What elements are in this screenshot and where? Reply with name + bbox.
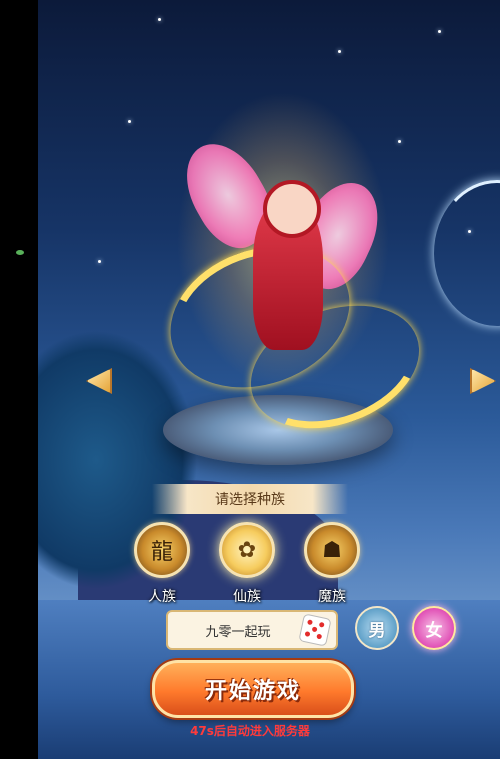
character-name-value[interactable]: 九零一起玩 xyxy=(168,612,308,648)
star xyxy=(438,30,441,33)
character-name-field[interactable]: 九零一起玩 xyxy=(166,610,338,650)
dragon-emblem-icon: 龍 xyxy=(134,522,190,578)
moon-ring xyxy=(434,180,500,326)
gender-female-button[interactable]: 女 xyxy=(412,606,456,650)
character-model[interactable] xyxy=(150,129,437,451)
gender-male-button[interactable]: 男 xyxy=(355,606,399,650)
star xyxy=(128,120,131,123)
star xyxy=(398,140,401,143)
start-game-button[interactable]: 开始游戏 xyxy=(152,660,354,718)
star xyxy=(338,50,341,53)
race-label: 仙族 xyxy=(233,589,261,605)
demon-emblem-icon: ☗ xyxy=(304,522,360,578)
random-name-dice-icon[interactable] xyxy=(298,613,332,647)
race-option-human[interactable]: 龍 人族 xyxy=(132,522,192,606)
race-option-demon[interactable]: ☗ 魔族 xyxy=(302,522,362,606)
race-label: 魔族 xyxy=(318,589,346,605)
race-select-title: 请选择种族 xyxy=(152,484,348,514)
lotus-emblem-icon: ✿ xyxy=(219,522,275,578)
race-option-immortal[interactable]: ✿ 仙族 xyxy=(217,522,277,606)
star xyxy=(98,260,101,263)
star xyxy=(158,18,161,21)
left-black-bar xyxy=(0,0,38,759)
race-label: 人族 xyxy=(148,589,176,605)
auto-enter-countdown: 47s后自动进入服务器 xyxy=(190,724,310,738)
leaf-decoration xyxy=(16,250,24,255)
character-head xyxy=(263,180,321,238)
next-character-arrow-icon[interactable] xyxy=(470,368,496,394)
